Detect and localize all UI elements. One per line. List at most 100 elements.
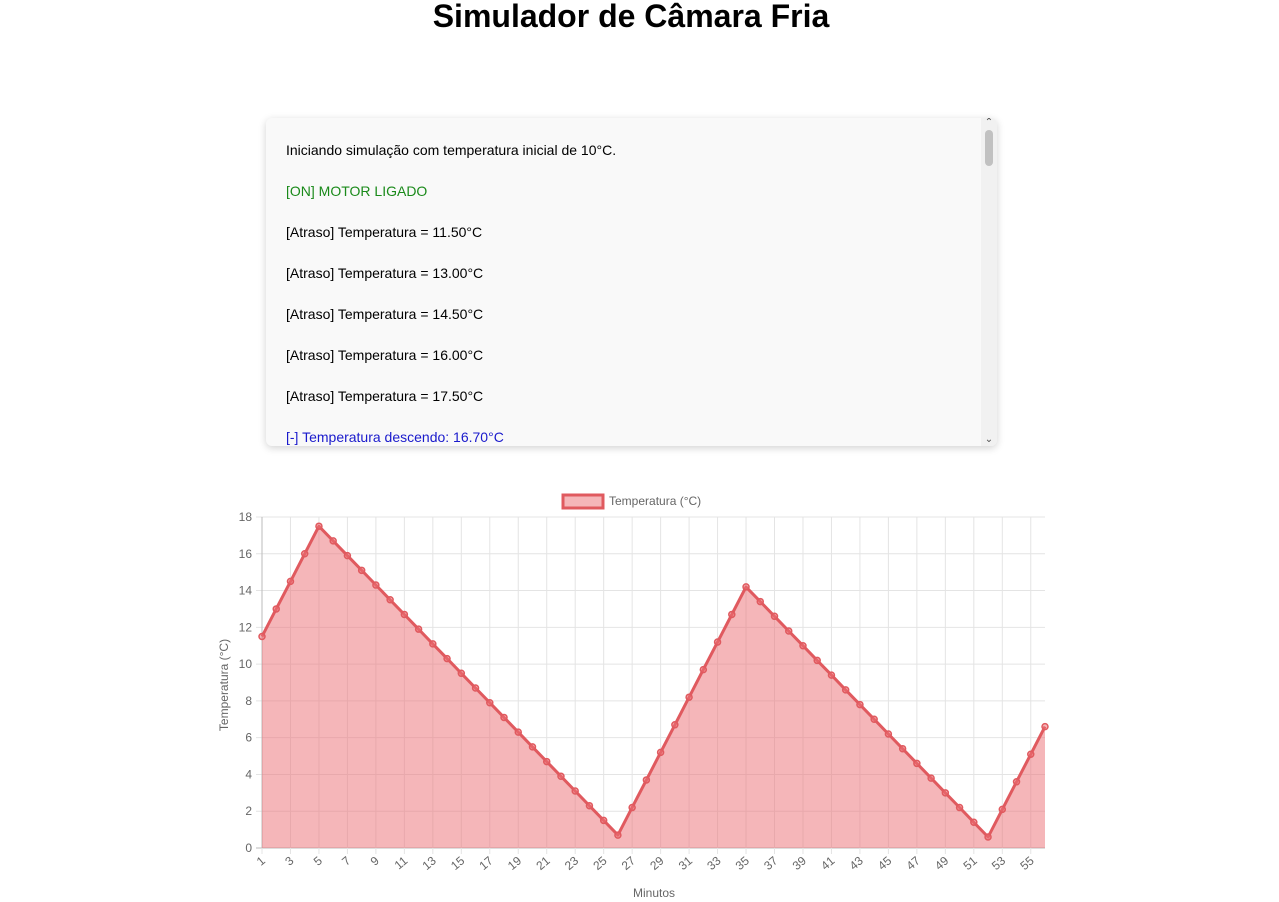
data-point[interactable] — [300, 550, 309, 558]
data-point[interactable] — [457, 669, 466, 678]
data-point[interactable] — [656, 748, 665, 757]
data-point[interactable] — [528, 743, 537, 751]
data-point[interactable] — [258, 632, 266, 641]
data-point[interactable] — [1012, 778, 1021, 786]
y-tick-label: 12 — [239, 620, 253, 634]
x-tick-label: 41 — [818, 853, 837, 873]
data-point[interactable] — [856, 700, 864, 709]
data-point[interactable] — [1041, 722, 1049, 731]
x-tick-label: 17 — [476, 853, 495, 873]
x-tick-label: 53 — [989, 853, 1008, 873]
data-point[interactable] — [799, 641, 807, 650]
log-scrollbar[interactable]: ⌃ ⌄ — [981, 118, 997, 446]
x-axis-title: Minutos — [633, 886, 675, 900]
legend-swatch — [561, 493, 605, 510]
data-point[interactable] — [884, 730, 893, 738]
y-tick-label: 8 — [245, 694, 252, 708]
log-line: [Atraso] Temperatura = 17.50°C — [286, 388, 484, 404]
data-point[interactable] — [557, 772, 565, 781]
data-point[interactable] — [329, 537, 337, 545]
y-tick-label: 2 — [245, 804, 252, 818]
data-point[interactable] — [286, 577, 295, 586]
x-tick-label: 7 — [339, 853, 353, 868]
data-point[interactable] — [841, 686, 850, 694]
data-point[interactable] — [486, 698, 494, 707]
page-title: Simulador de Câmara Fria — [432, 0, 830, 34]
data-point[interactable] — [728, 610, 736, 619]
data-point[interactable] — [699, 665, 708, 674]
scroll-down-arrow-icon[interactable]: ⌄ — [984, 435, 994, 445]
scroll-up-arrow-icon[interactable]: ⌃ — [984, 118, 994, 128]
data-point[interactable] — [614, 831, 622, 839]
data-point[interactable] — [970, 818, 978, 827]
data-point[interactable] — [542, 757, 551, 766]
data-point[interactable] — [713, 638, 722, 646]
data-point[interactable] — [343, 551, 352, 560]
data-point[interactable] — [784, 627, 793, 635]
data-point[interactable] — [315, 522, 323, 530]
x-tick-label: 15 — [448, 853, 467, 873]
log-lines: Iniciando simulação com temperatura inic… — [286, 142, 967, 446]
data-point[interactable] — [998, 805, 1007, 814]
x-tick-label: 55 — [1017, 853, 1036, 873]
data-point[interactable] — [870, 715, 878, 724]
data-point[interactable] — [443, 654, 451, 663]
data-point[interactable] — [984, 833, 992, 841]
data-point[interactable] — [514, 728, 523, 736]
x-tick-label: 21 — [533, 853, 552, 873]
x-tick-label: 37 — [761, 853, 780, 873]
simulation-log-panel[interactable]: Iniciando simulação com temperatura inic… — [266, 118, 997, 446]
data-point[interactable] — [585, 801, 594, 810]
data-point[interactable] — [685, 693, 693, 701]
x-tick-label: 23 — [562, 853, 581, 873]
data-point[interactable] — [500, 713, 508, 722]
data-point[interactable] — [941, 789, 950, 797]
data-point[interactable] — [357, 566, 366, 575]
x-tick-label: 3 — [282, 853, 296, 868]
x-tick-label: 29 — [647, 853, 666, 873]
x-tick-label: 5 — [311, 853, 325, 868]
data-point[interactable] — [414, 625, 423, 633]
data-point[interactable] — [955, 803, 964, 812]
data-point[interactable] — [429, 640, 437, 648]
x-axis-ticks: 1 3 5 7 9 11 13 15 17 19 21 23 25 27 29 31 33 35 37 39 41 43 4… — [254, 853, 1037, 873]
x-tick-label: 27 — [619, 853, 638, 873]
data-point[interactable] — [471, 684, 480, 692]
data-point[interactable] — [372, 581, 380, 589]
y-tick-label: 4 — [245, 767, 252, 781]
y-tick-label: 6 — [245, 731, 252, 745]
data-point[interactable] — [386, 596, 394, 604]
temperature-area-fill — [262, 526, 1045, 848]
data-point[interactable] — [813, 656, 821, 665]
chart-legend[interactable]: Temperatura (°C) — [561, 493, 701, 510]
data-point[interactable] — [927, 774, 935, 782]
y-tick-label: 14 — [239, 584, 253, 598]
x-tick-label: 35 — [733, 853, 752, 873]
log-line: [Atraso] Temperatura = 16.00°C — [286, 347, 484, 363]
data-point[interactable] — [742, 583, 750, 591]
log-line: [-] Temperatura descendo: 16.70°C — [286, 429, 504, 445]
scroll-thumb[interactable] — [985, 130, 993, 166]
data-point[interactable] — [898, 744, 907, 753]
data-point[interactable] — [628, 803, 636, 812]
data-point[interactable] — [400, 610, 409, 619]
data-point[interactable] — [756, 597, 765, 606]
log-line: [Atraso] Temperatura = 14.50°C — [286, 306, 484, 322]
data-point[interactable] — [599, 816, 608, 825]
data-point[interactable] — [642, 776, 651, 784]
x-tick-label: 11 — [392, 853, 411, 872]
data-point[interactable] — [571, 787, 579, 795]
x-tick-label: 33 — [704, 853, 723, 873]
data-point[interactable] — [1027, 750, 1035, 758]
data-point[interactable] — [671, 721, 679, 729]
data-point[interactable] — [913, 759, 921, 768]
y-tick-label: 16 — [239, 547, 253, 561]
data-point[interactable] — [770, 612, 779, 621]
log-line: [ON] MOTOR LIGADO — [286, 183, 428, 199]
data-point[interactable] — [272, 605, 280, 613]
x-tick-label: 51 — [961, 853, 980, 873]
y-axis-ticks: 0 2 4 6 8 10 12 14 16 18 — [239, 510, 253, 855]
x-tick-label: 9 — [368, 853, 382, 868]
x-tick-label: 13 — [420, 853, 439, 873]
data-point[interactable] — [827, 671, 836, 679]
